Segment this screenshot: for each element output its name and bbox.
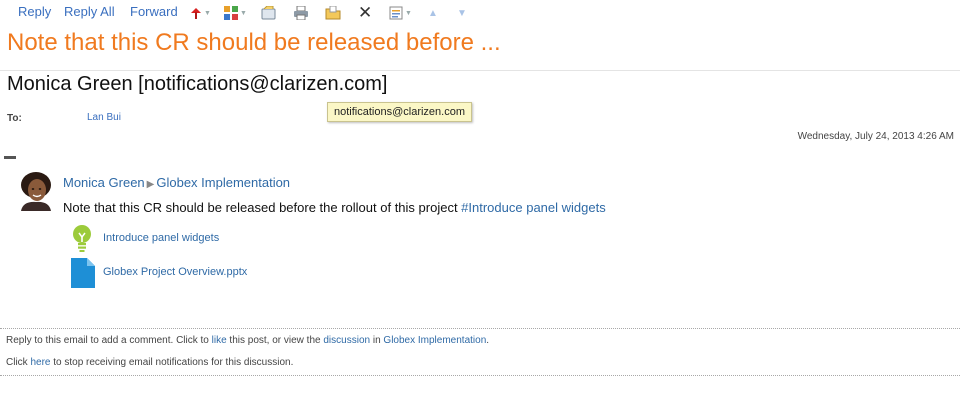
project-footer-link[interactable]: Globex Implementation (383, 335, 486, 346)
lightbulb-icon (72, 224, 92, 259)
footer-text: to stop receiving email notifications fo… (50, 357, 294, 368)
email-subject: Note that this CR should be released bef… (7, 29, 501, 56)
post-breadcrumb: Monica Green ▶ Globex Implementation (63, 175, 290, 190)
footer-line-unsubscribe: Click here to stop receiving email notif… (6, 357, 293, 368)
breadcrumb-arrow-icon: ▶ (146, 179, 155, 190)
avatar (17, 171, 55, 211)
footer-line-comment: Reply to this email to add a comment. Cl… (6, 335, 489, 346)
footer-text: this post, or view the (226, 335, 324, 346)
post-message: Note that this CR should be released bef… (63, 200, 606, 215)
to-label: To: (7, 113, 22, 124)
post-message-text: Note that this CR should be released bef… (63, 200, 462, 215)
discussion-link[interactable]: discussion (323, 335, 370, 346)
recipient[interactable]: Lan Bui (87, 112, 121, 123)
project-link[interactable]: Globex Implementation (156, 175, 290, 190)
print-icon[interactable] (293, 5, 309, 21)
header-divider (0, 70, 960, 71)
forward-button[interactable]: Forward (130, 4, 178, 19)
document-icon (71, 258, 95, 293)
down-arrow-icon[interactable]: ▼ (457, 5, 467, 21)
sent-date: Wednesday, July 24, 2013 4:26 AM (797, 131, 954, 142)
unsubscribe-link[interactable]: here (30, 357, 50, 368)
attachment-link[interactable]: Introduce panel widgets (103, 232, 219, 244)
rules-icon[interactable]: ▼ (389, 5, 412, 21)
attachment-link[interactable]: Globex Project Overview.pptx (103, 266, 247, 278)
footer-text: in (370, 335, 384, 346)
email-toolbar: Reply Reply All Forward ▼ ▼ ✕ ▼ ▲ ▼ (0, 0, 960, 26)
move-icon[interactable] (261, 5, 277, 21)
up-arrow-icon[interactable]: ▲ (428, 5, 438, 21)
sender-tooltip: notifications@clarizen.com (327, 102, 472, 122)
reply-all-button[interactable]: Reply All (64, 4, 115, 19)
divider-mark (4, 156, 16, 159)
footer-text: Reply to this email to add a comment. Cl… (6, 335, 212, 346)
footer-divider (0, 375, 960, 376)
flag-icon[interactable]: ▼ (190, 5, 211, 21)
like-link[interactable]: like (212, 335, 227, 346)
footer-text: Click (6, 357, 31, 368)
footer-text: . (486, 335, 490, 346)
hashtag-link[interactable]: #Introduce panel widgets (461, 200, 606, 215)
footer-divider (0, 328, 960, 329)
open-folder-icon[interactable] (325, 5, 341, 21)
delete-icon[interactable]: ✕ (358, 3, 372, 22)
sender-name[interactable]: Monica Green [notifications@clarizen.com… (7, 73, 387, 96)
author-link[interactable]: Monica Green (63, 175, 145, 190)
categories-icon[interactable]: ▼ (224, 5, 247, 21)
reply-button[interactable]: Reply (18, 4, 51, 19)
